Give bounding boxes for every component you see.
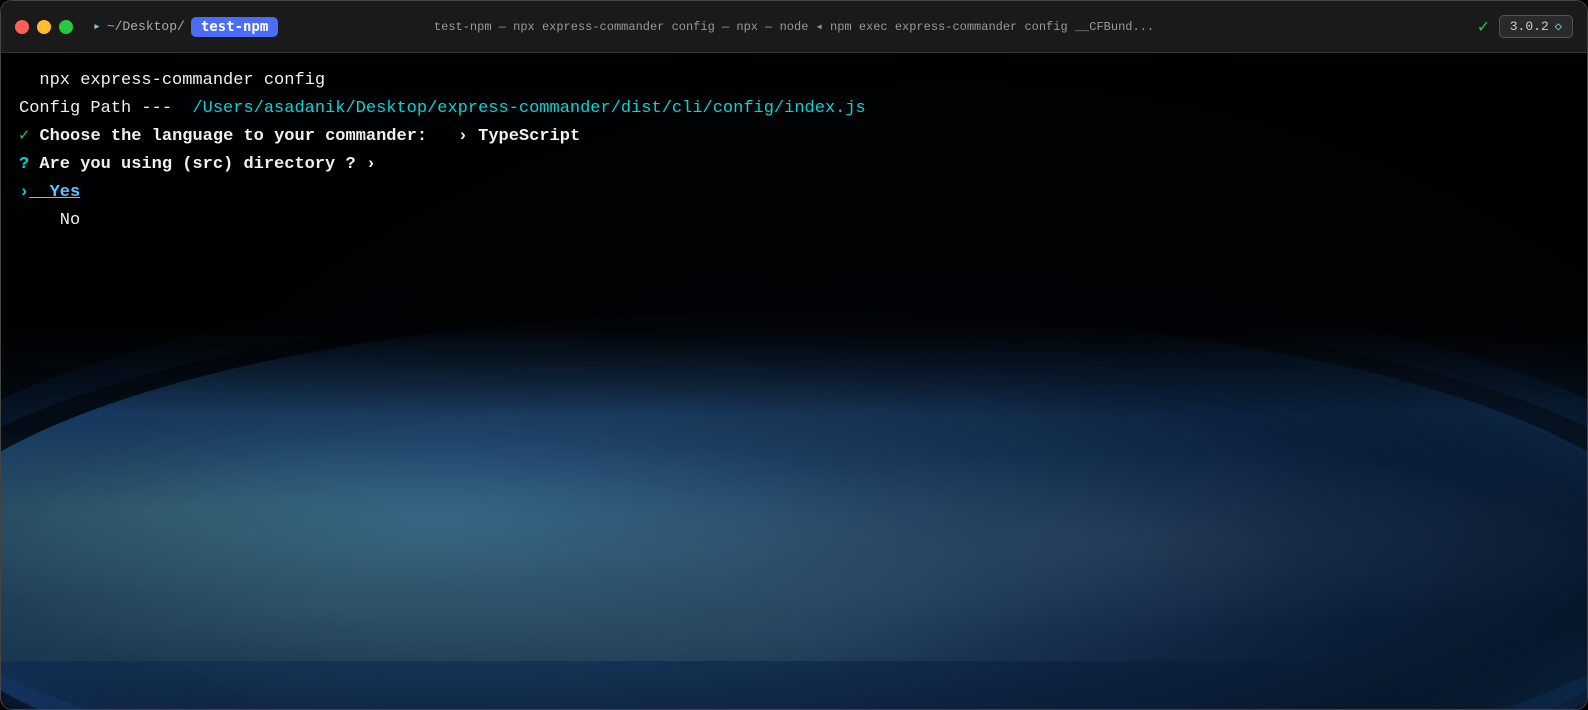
terminal-line-directory: ? Are you using (src) directory ? ›: [19, 151, 1569, 179]
terminal-line-yes[interactable]: › Yes: [19, 179, 1569, 207]
no-option[interactable]: No: [19, 207, 80, 235]
yes-option[interactable]: Yes: [29, 179, 80, 207]
terminal-window: ▸ ~/Desktop/test-npm test-npm — npx expr…: [0, 0, 1588, 710]
path-tilde: ~/Desktop/: [107, 19, 185, 34]
terminal-output: npx express-commander config Config Path…: [1, 53, 1587, 710]
titlebar: ▸ ~/Desktop/test-npm test-npm — npx expr…: [1, 1, 1587, 53]
language-prompt: Choose the language to your commander: ›…: [29, 123, 580, 151]
folder-icon: ▸: [93, 19, 101, 34]
terminal-line-command: npx express-commander config: [19, 67, 1569, 95]
minimize-button[interactable]: [37, 20, 51, 34]
close-button[interactable]: [15, 20, 29, 34]
check-icon: ✓: [19, 123, 29, 151]
path-current: test-npm: [191, 17, 278, 37]
maximize-button[interactable]: [59, 20, 73, 34]
version-label: 3.0.2: [1510, 19, 1549, 34]
traffic-lights[interactable]: [15, 20, 73, 34]
window-title: test-npm — npx express-commander config …: [434, 19, 1154, 34]
terminal-line-language: ✓ Choose the language to your commander:…: [19, 123, 1569, 151]
terminal-line-config: Config Path --- /Users/asadanik/Desktop/…: [19, 95, 1569, 123]
question-icon: ?: [19, 151, 29, 179]
terminal-body: npx express-commander config Config Path…: [1, 53, 1587, 710]
version-badge: 3.0.2 ◇: [1499, 15, 1573, 38]
config-path: /Users/asadanik/Desktop/express-commande…: [172, 95, 866, 123]
selected-arrow-icon: ›: [19, 179, 29, 207]
config-label: Config Path ---: [19, 95, 172, 123]
command-text: npx express-commander config: [19, 67, 325, 95]
terminal-line-no[interactable]: No: [19, 207, 1569, 235]
titlebar-right: ✓ 3.0.2 ◇: [1478, 15, 1573, 38]
status-check-icon: ✓: [1478, 16, 1489, 38]
diamond-icon: ◇: [1555, 19, 1562, 34]
directory-prompt: Are you using (src) directory ? ›: [29, 151, 376, 179]
